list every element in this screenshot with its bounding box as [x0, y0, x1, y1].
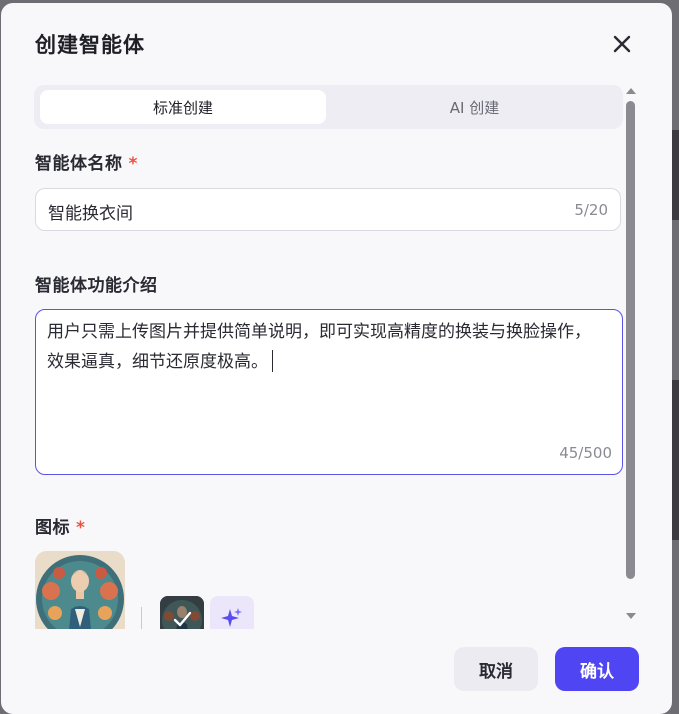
tab-ai-create[interactable]: AI 创建: [330, 90, 619, 124]
scrollbar-thumb[interactable]: [626, 101, 635, 579]
selected-icon-preview: [35, 551, 125, 629]
scroll-up-icon[interactable]: [622, 86, 640, 96]
close-button[interactable]: [608, 30, 636, 58]
agent-description-label: 智能体功能介绍: [35, 276, 158, 296]
agent-description-counter: 45/500: [559, 444, 612, 462]
agent-name-input[interactable]: 智能换衣间 5/20: [35, 188, 621, 231]
check-icon: [173, 611, 192, 627]
icon-option-selected[interactable]: [160, 596, 204, 629]
agent-name-value: 智能换衣间: [48, 204, 133, 224]
tab-standard-create[interactable]: 标准创建: [40, 90, 326, 124]
required-mark: *: [128, 154, 138, 174]
agent-name-label: 智能体名称 *: [35, 149, 138, 174]
background-fragment: [671, 380, 679, 540]
creation-mode-tabs: 标准创建 AI 创建: [34, 85, 623, 129]
required-mark: *: [76, 518, 86, 538]
agent-name-counter: 5/20: [574, 201, 608, 219]
form-scroll-area: 标准创建 AI 创建 智能体名称 * 智能换衣间 5/20 智能体功能介绍 用户只…: [1, 81, 641, 629]
cancel-button[interactable]: 取消: [454, 647, 538, 691]
sparkle-icon: [221, 608, 242, 627]
icon-label-text: 图标: [35, 518, 70, 538]
agent-description-textarea[interactable]: 用户只需上传图片并提供简单说明，即可实现高精度的换装与换脸操作，效果逼真，细节还…: [35, 309, 623, 475]
icon-divider: [141, 607, 142, 629]
agent-name-label-text: 智能体名称: [35, 154, 123, 174]
scroll-down-icon[interactable]: [622, 611, 640, 621]
ai-generate-icon-button[interactable]: [210, 596, 254, 629]
dialog-title: 创建智能体: [35, 33, 145, 57]
close-icon: [613, 35, 631, 53]
vertical-scrollbar[interactable]: [622, 83, 640, 629]
agent-description-value: 用户只需上传图片并提供简单说明，即可实现高精度的换装与换脸操作，效果逼真，细节还…: [47, 322, 591, 372]
agent-avatar-image: [35, 551, 125, 629]
agent-description-text: 用户只需上传图片并提供简单说明，即可实现高精度的换装与换脸操作，效果逼真，细节还…: [47, 317, 607, 377]
create-agent-dialog: 创建智能体 标准创建 AI 创建 智能体名称 * 智能换衣间 5/20 智能体功能…: [1, 3, 672, 714]
confirm-button[interactable]: 确认: [555, 647, 639, 691]
icon-label: 图标 *: [35, 513, 85, 538]
text-caret: [272, 350, 273, 372]
background-fragment: [671, 130, 679, 220]
